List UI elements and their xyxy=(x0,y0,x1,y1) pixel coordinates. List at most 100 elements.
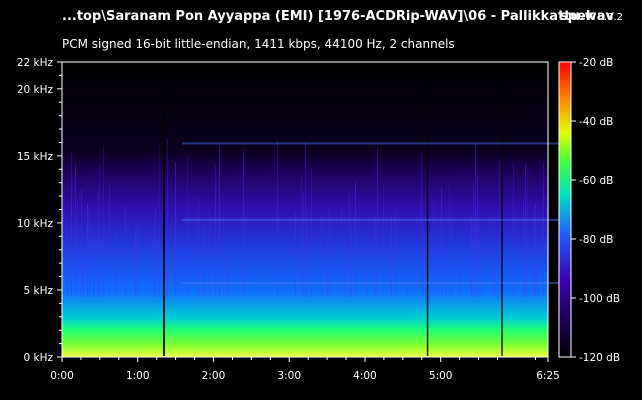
spectrum-streak xyxy=(89,206,90,297)
x-tick-label: 1:00 xyxy=(126,370,150,382)
harmonic-band xyxy=(182,218,562,221)
spectrum-streak xyxy=(327,237,328,297)
spectrum-streak xyxy=(189,247,190,297)
y-tick-label: 10 kHz xyxy=(17,218,54,230)
color-tick-label: -120 dB xyxy=(579,352,620,364)
color-tick-label: -80 dB xyxy=(579,234,613,246)
spectrum-streak xyxy=(345,241,346,297)
spectrum-streak xyxy=(355,181,356,297)
spectrum-streak xyxy=(99,164,100,297)
spectrum-streak xyxy=(375,214,376,297)
spectrum-streak xyxy=(155,209,156,297)
spectrum-streak xyxy=(303,193,304,297)
spectrum-streak xyxy=(205,237,206,297)
spectrum-streak xyxy=(83,250,84,297)
spectrum-streak xyxy=(67,227,68,297)
spectrum-streak xyxy=(203,221,204,297)
spectrum-streak xyxy=(159,142,160,297)
spectrum-streak xyxy=(135,228,136,297)
spectrum-streak xyxy=(421,150,422,297)
spectrum-streak xyxy=(449,182,450,297)
spectrum-streak xyxy=(81,189,82,297)
spectrum-streak xyxy=(93,236,94,297)
spectrum-streak xyxy=(153,218,154,297)
y-tick-label: 15 kHz xyxy=(17,151,54,163)
spectrum-streak xyxy=(167,138,168,297)
spectrum-streak xyxy=(227,248,228,297)
x-tick-label: 0:00 xyxy=(50,370,74,382)
spectrum-streak xyxy=(321,215,322,297)
spectrum-streak xyxy=(243,149,244,297)
spectrum-streak xyxy=(177,254,178,297)
spectrum-streak xyxy=(351,229,352,297)
spectrum-streak xyxy=(499,158,500,297)
spectrum-streak xyxy=(77,197,78,297)
spectrum-streak xyxy=(331,253,332,297)
spectrogram-plot xyxy=(61,61,562,358)
color-tick-label: -100 dB xyxy=(579,293,620,305)
spectrum-streak xyxy=(471,219,472,297)
x-tick-label: 2:00 xyxy=(202,370,226,382)
spectrum-streak xyxy=(367,231,368,297)
x-tick-label: 3:00 xyxy=(277,370,301,382)
spectrum-streak xyxy=(513,163,514,297)
spectrum-streak xyxy=(525,163,526,297)
spectrum-streak xyxy=(495,217,496,297)
harmonic-band xyxy=(182,142,562,145)
x-tick-label: 4:00 xyxy=(353,370,377,382)
color-tick-label: -20 dB xyxy=(579,57,613,69)
silence-gap xyxy=(501,63,503,356)
y-axis: 0 kHz 5 kHz 10 kHz 15 kHz 20 kHz 22 kHz xyxy=(17,57,62,364)
spectrum-streak xyxy=(383,186,384,297)
spectrum-streak xyxy=(175,161,176,297)
harmonic-band xyxy=(182,281,562,284)
spectrum-streak xyxy=(377,146,378,297)
spectrum-streak xyxy=(97,191,98,297)
spectrum-streak xyxy=(215,166,216,297)
spectrum-streak xyxy=(451,220,452,297)
spectrum-streak xyxy=(349,192,350,297)
y-tick-label: 20 kHz xyxy=(17,84,54,96)
spectrum-streak xyxy=(491,214,492,297)
color-scale-bar xyxy=(558,61,572,358)
color-scale: -20 dB -40 dB -60 dB -80 dB -100 dB -120 dB xyxy=(558,57,620,364)
spectrum-streak xyxy=(187,157,188,297)
spectrum-streak xyxy=(473,181,474,297)
spectrum-streak xyxy=(301,175,302,297)
spectrogram-chart: 0:00 1:00 2:00 3:00 4:00 5:00 6:25 0 kHz 5 kHz 1… xyxy=(17,57,620,382)
color-tick-label: -40 dB xyxy=(579,116,613,128)
spectrum-streak xyxy=(87,203,88,297)
spectrum-streak xyxy=(115,230,116,297)
spectrum-streak xyxy=(477,175,478,297)
spectrum-streak xyxy=(277,140,278,297)
x-tick-label: 5:00 xyxy=(429,370,453,382)
x-tick-label: 6:25 xyxy=(536,370,560,382)
spectrum-streak xyxy=(391,216,392,297)
x-axis: 0:00 1:00 2:00 3:00 4:00 5:00 6:25 xyxy=(50,357,560,382)
spectrum-streak xyxy=(311,168,312,297)
spectrum-streak xyxy=(125,204,126,297)
silence-gap xyxy=(162,63,165,356)
spectrum-streak xyxy=(527,169,528,297)
spectrum-streak xyxy=(479,227,480,297)
spectrum-streak xyxy=(493,239,494,297)
spectrum-streak xyxy=(459,256,460,297)
spectrum-streak xyxy=(395,210,396,297)
spectrum-streak xyxy=(407,240,408,297)
spectrum-streak xyxy=(441,186,442,297)
y-tick-label: 5 kHz xyxy=(23,285,53,297)
spectrum-streak xyxy=(229,253,230,297)
spectrum-streak xyxy=(537,253,538,297)
spectrum-streak xyxy=(223,213,224,297)
y-tick-label: 0 kHz xyxy=(23,352,53,364)
silence-gap xyxy=(426,63,429,356)
spectrum-streak xyxy=(75,163,76,297)
spectrum-streak xyxy=(117,251,118,297)
spectrum-streak xyxy=(437,227,438,297)
spectrum-streak xyxy=(445,256,446,297)
spectrum-streak xyxy=(481,250,482,297)
color-tick-label: -60 dB xyxy=(579,175,613,187)
spectrum-streak xyxy=(137,224,138,297)
y-tick-label: 22 kHz xyxy=(17,57,54,69)
spectrum-streak xyxy=(109,184,110,297)
